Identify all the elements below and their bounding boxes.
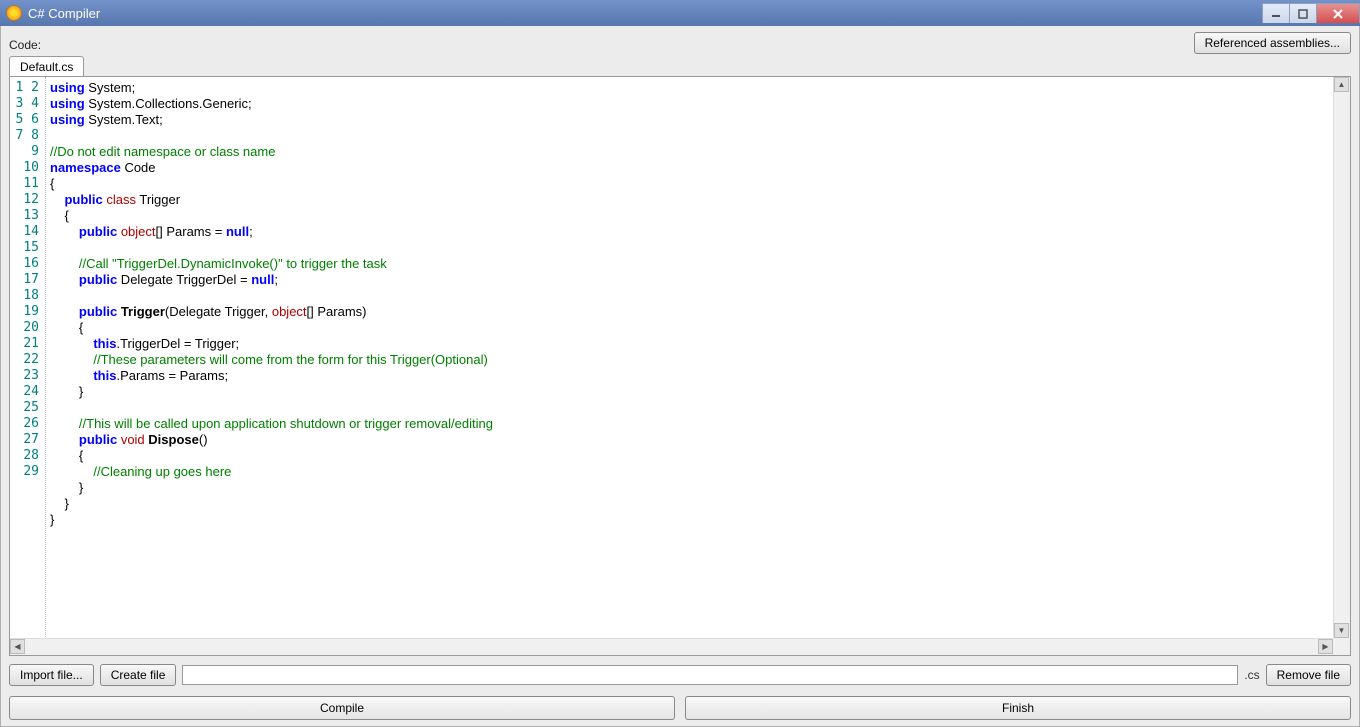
minimize-icon — [1271, 9, 1281, 19]
file-row: Import file... Create file .cs Remove fi… — [9, 664, 1351, 686]
vertical-scrollbar[interactable]: ▲ ▼ — [1333, 77, 1350, 655]
finish-button[interactable]: Finish — [685, 696, 1351, 720]
tabstrip: Default.cs — [9, 55, 1351, 77]
chevron-up-icon: ▲ — [1338, 81, 1346, 89]
import-file-button[interactable]: Import file... — [9, 664, 94, 686]
file-extension-label: .cs — [1244, 668, 1259, 682]
filename-input[interactable] — [182, 665, 1238, 685]
code-area[interactable]: using System;using System.Collections.Ge… — [46, 77, 1333, 655]
create-file-button[interactable]: Create file — [100, 664, 177, 686]
app-icon — [6, 5, 22, 21]
close-icon — [1333, 9, 1343, 19]
remove-file-button[interactable]: Remove file — [1266, 664, 1351, 686]
minimize-button[interactable] — [1262, 3, 1290, 23]
chevron-down-icon: ▼ — [1338, 627, 1346, 635]
client-area: Code: Referenced assemblies... Default.c… — [0, 26, 1360, 727]
scroll-right-button[interactable]: ▶ — [1318, 639, 1333, 654]
referenced-assemblies-button[interactable]: Referenced assemblies... — [1194, 32, 1351, 54]
maximize-button[interactable] — [1289, 3, 1317, 23]
chevron-left-icon: ◀ — [14, 643, 20, 651]
window-title: C# Compiler — [28, 6, 100, 21]
scroll-corner — [1333, 638, 1350, 655]
top-row: Code: Referenced assemblies... — [9, 30, 1351, 54]
scroll-left-button[interactable]: ◀ — [10, 639, 25, 654]
titlebar-left: C# Compiler — [6, 5, 100, 21]
code-label: Code: — [9, 38, 41, 54]
line-gutter: 1 2 3 4 5 6 7 8 9 10 11 12 13 14 15 16 1… — [10, 77, 46, 655]
window-controls — [1263, 3, 1360, 23]
bottom-row: Compile Finish — [9, 696, 1351, 720]
chevron-right-icon: ▶ — [1322, 643, 1328, 651]
window-titlebar: C# Compiler — [0, 0, 1360, 26]
maximize-icon — [1298, 9, 1308, 19]
code-editor: 1 2 3 4 5 6 7 8 9 10 11 12 13 14 15 16 1… — [9, 76, 1351, 656]
horizontal-scrollbar[interactable]: ◀ ▶ — [10, 638, 1333, 655]
scroll-down-button[interactable]: ▼ — [1334, 623, 1349, 638]
compile-button[interactable]: Compile — [9, 696, 675, 720]
close-button[interactable] — [1316, 3, 1360, 23]
tab-default-cs[interactable]: Default.cs — [9, 56, 84, 77]
scroll-up-button[interactable]: ▲ — [1334, 77, 1349, 92]
